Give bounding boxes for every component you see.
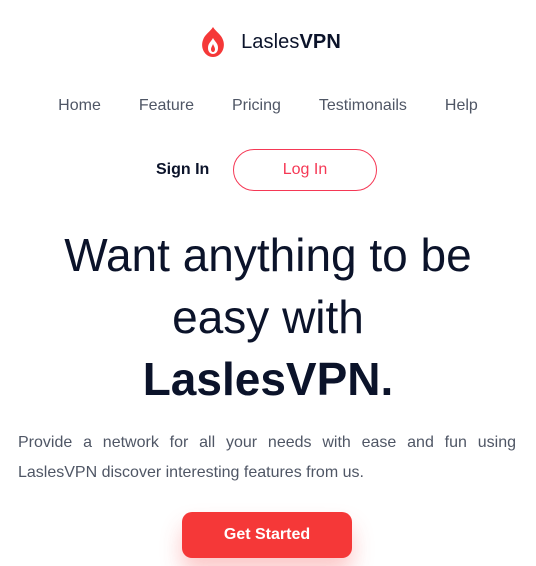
nav-item-help[interactable]: Help [445,96,478,116]
hero-description: Provide a network for all your needs wit… [18,434,516,481]
flame-logo-icon [202,27,224,57]
nav-item-home[interactable]: Home [58,96,101,116]
headline-line-3: LaslesVPN. [142,353,394,405]
log-in-button[interactable]: Log In [233,149,377,191]
headline-line-1: Want anything to be [64,229,472,281]
nav-item-pricing[interactable]: Pricing [232,96,281,116]
brand-logo[interactable]: LaslesVPN [0,24,536,60]
headline-line-2: easy with [172,291,364,343]
main-nav: Home Feature Pricing Testimonails Help [0,96,536,116]
brand-name: LaslesVPN [241,31,341,54]
brand-name-bold: VPN [299,30,341,53]
sign-in-link[interactable]: Sign In [156,149,209,191]
hero-headline: Want anything to be easy with LaslesVPN. [0,224,536,410]
auth-actions: Sign In Log In [0,149,536,191]
nav-item-feature[interactable]: Feature [139,96,194,116]
brand-name-regular: Lasles [241,30,300,53]
nav-item-testimonials[interactable]: Testimonails [319,96,407,116]
get-started-button[interactable]: Get Started [182,512,352,558]
